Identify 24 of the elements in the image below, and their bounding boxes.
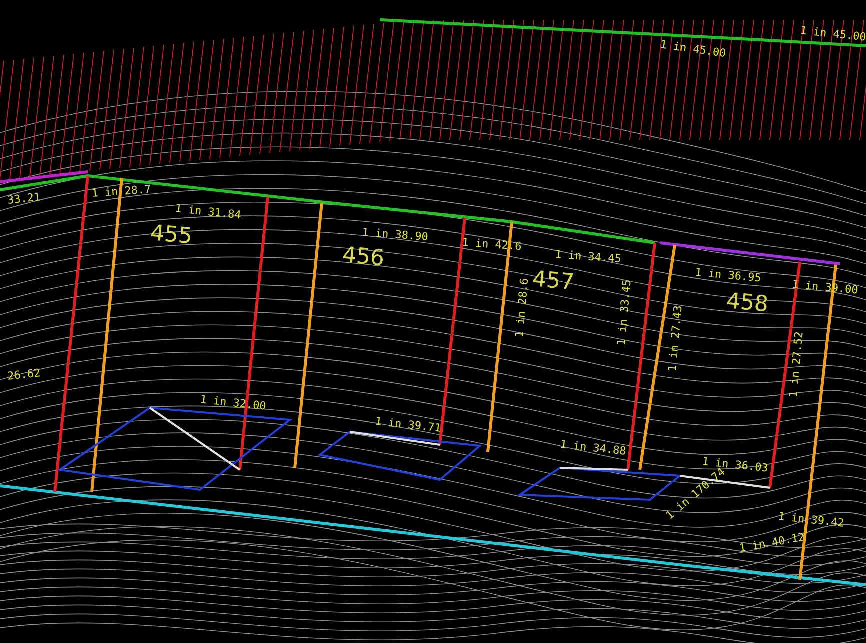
lot-number: 458 <box>725 289 770 318</box>
grade-label: 1 in 45.00 <box>800 24 866 44</box>
grade-label: 1 in 39.42 <box>778 510 845 530</box>
grade-label: 33.21 <box>6 190 42 207</box>
grade-label: 1 in 27.43 <box>666 305 685 372</box>
grade-label: 1 in 36.95 <box>694 266 762 285</box>
grade-label: 1 in 45.00 <box>660 38 727 60</box>
lot-number: 456 <box>341 243 386 272</box>
grade-label: 1 in 38.90 <box>362 226 429 244</box>
grade-label: 1 in 39.71 <box>374 415 442 435</box>
lot-number: 455 <box>149 221 194 250</box>
grade-label: 1 in 42.6 <box>462 236 522 254</box>
grade-label: 1 in 34.45 <box>554 248 622 266</box>
grade-label: 1 in 34.88 <box>560 438 627 458</box>
grade-label: 1 in 31.84 <box>174 202 242 222</box>
grade-label: 1 in 39.00 <box>792 278 859 297</box>
grade-label: 1 in 28.7 <box>91 182 152 200</box>
grade-label: 1 in 33.45 <box>615 279 634 346</box>
grade-label: 1 in 28.6 <box>513 278 532 338</box>
lot-number: 457 <box>531 267 576 296</box>
grade-label: 1 in 40.12 <box>738 530 806 555</box>
grade-label: 26.62 <box>6 366 42 383</box>
grade-label: 1 in 27.52 <box>787 331 806 398</box>
grade-label: 1 in 32.00 <box>200 393 267 413</box>
